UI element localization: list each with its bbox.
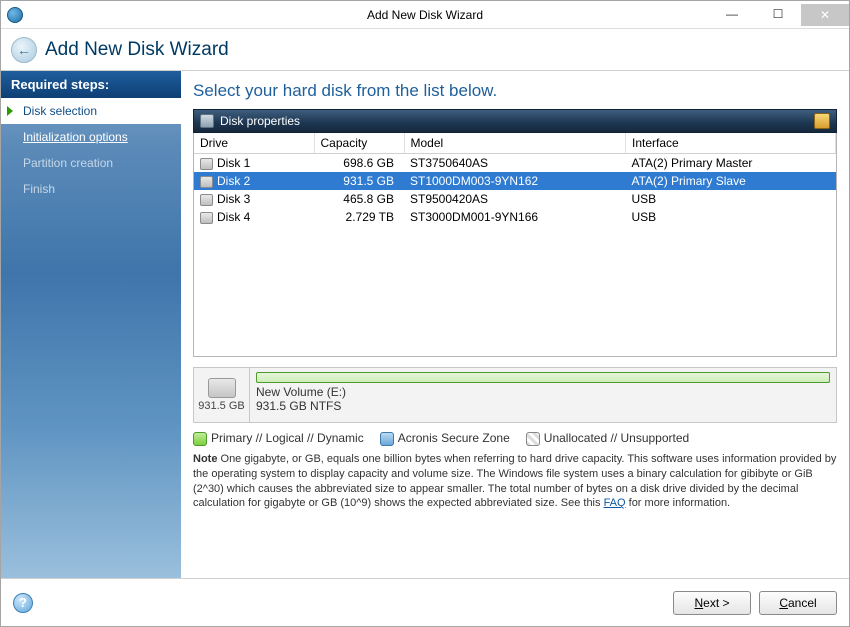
- faq-link[interactable]: FAQ: [604, 497, 626, 509]
- titlebar: Add New Disk Wizard — ☐ ✕: [1, 1, 849, 29]
- volume-panel: 931.5 GB New Volume (E:) 931.5 GB NTFS: [193, 367, 837, 423]
- window-buttons: — ☐ ✕: [709, 4, 849, 26]
- back-button[interactable]: ←: [11, 37, 37, 63]
- back-arrow-icon: ←: [17, 42, 31, 58]
- legend-swatch-unallocated: [526, 432, 540, 446]
- hdd-icon: [208, 378, 236, 398]
- close-button[interactable]: ✕: [801, 4, 849, 26]
- prompt-text: Select your hard disk from the list belo…: [193, 81, 837, 101]
- volume-right: New Volume (E:) 931.5 GB NTFS: [250, 368, 836, 422]
- wizard-window: Add New Disk Wizard — ☐ ✕ ← Add New Disk…: [0, 0, 850, 627]
- columns-chooser-icon[interactable]: [814, 113, 830, 129]
- note-label: Note: [193, 453, 217, 465]
- footer: ? Next > Cancel: [1, 578, 849, 626]
- volume-size-cell: 931.5 GB: [194, 368, 250, 422]
- disk-table: Drive Capacity Model Interface Disk 1698…: [193, 133, 837, 357]
- table-row[interactable]: Disk 2931.5 GBST1000DM003-9YN162ATA(2) P…: [194, 172, 836, 190]
- wizard-body: Required steps: Disk selection Initializ…: [1, 71, 849, 578]
- minimize-button[interactable]: —: [709, 4, 755, 25]
- col-model[interactable]: Model: [404, 133, 626, 154]
- step-initialization-options[interactable]: Initialization options: [1, 124, 181, 150]
- step-disk-selection[interactable]: Disk selection: [1, 98, 181, 124]
- next-button[interactable]: Next >: [673, 591, 751, 615]
- note-block: Note One gigabyte, or GB, equals one bil…: [193, 452, 837, 511]
- drive-icon: [200, 212, 213, 224]
- disk-properties-bar: Disk properties: [193, 109, 837, 133]
- step-partition-creation: Partition creation: [1, 150, 181, 176]
- drive-icon: [200, 158, 213, 170]
- page-title: Add New Disk Wizard: [45, 39, 229, 61]
- step-finish: Finish: [1, 176, 181, 202]
- app-icon: [7, 7, 23, 23]
- note-text-1: One gigabyte, or GB, equals one billion …: [193, 453, 836, 510]
- col-capacity[interactable]: Capacity: [314, 133, 404, 154]
- table-row[interactable]: Disk 3465.8 GBST9500420ASUSB: [194, 190, 836, 208]
- legend-swatch-acronis: [380, 432, 394, 446]
- drive-icon: [200, 194, 213, 206]
- legend-primary: Primary // Logical // Dynamic: [211, 431, 364, 445]
- col-interface[interactable]: Interface: [626, 133, 836, 154]
- sidebar-heading: Required steps:: [1, 71, 181, 98]
- volume-total-size: 931.5 GB: [198, 400, 244, 412]
- table-row[interactable]: Disk 42.729 TBST3000DM001-9YN166USB: [194, 208, 836, 226]
- volume-detail: 931.5 GB NTFS: [256, 399, 830, 413]
- help-icon[interactable]: ?: [13, 593, 33, 613]
- drive-icon: [200, 176, 213, 188]
- maximize-button[interactable]: ☐: [755, 4, 801, 25]
- disk-properties-label: Disk properties: [220, 114, 300, 128]
- wizard-header: ← Add New Disk Wizard: [1, 29, 849, 71]
- legend-acronis: Acronis Secure Zone: [398, 431, 510, 445]
- volume-usage-bar[interactable]: [256, 372, 830, 383]
- sidebar: Required steps: Disk selection Initializ…: [1, 71, 181, 578]
- legend-unallocated: Unallocated // Unsupported: [544, 431, 689, 445]
- cancel-button[interactable]: Cancel: [759, 591, 837, 615]
- legend: Primary // Logical // Dynamic Acronis Se…: [193, 431, 837, 446]
- volume-name: New Volume (E:): [256, 385, 830, 399]
- legend-swatch-primary: [193, 432, 207, 446]
- disk-icon: [200, 114, 214, 128]
- col-drive[interactable]: Drive: [194, 133, 314, 154]
- window-title: Add New Disk Wizard: [367, 8, 483, 22]
- table-header-row: Drive Capacity Model Interface: [194, 133, 836, 154]
- main-panel: Select your hard disk from the list belo…: [181, 71, 849, 578]
- table-row[interactable]: Disk 1698.6 GBST3750640ASATA(2) Primary …: [194, 154, 836, 173]
- note-text-2: for more information.: [626, 497, 731, 509]
